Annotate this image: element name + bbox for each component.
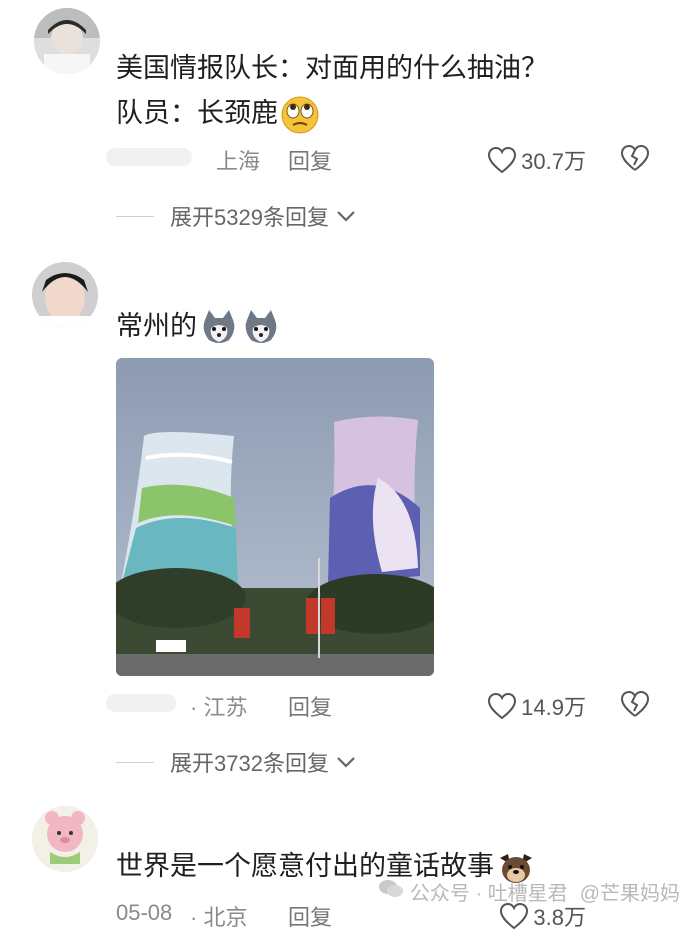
like-button[interactable]: 14.9万: [487, 690, 586, 722]
avatar-image: [34, 8, 100, 74]
cooling-towers-photo: [116, 358, 434, 676]
chevron-down-icon: [337, 211, 355, 222]
attached-photo[interactable]: [116, 358, 434, 676]
comment-meta-1: 上海 回复 30.7万: [106, 140, 650, 178]
user-avatar-3[interactable]: [32, 806, 98, 872]
watermark-text-2: @芒果妈妈: [579, 883, 680, 905]
chevron-down-icon: [337, 757, 355, 768]
comment-meta-2: · 江苏 回复 14.9万: [106, 686, 650, 724]
wechat-icon: [378, 878, 404, 906]
blurred-username: [106, 148, 192, 166]
comment-location: · 北京: [190, 905, 248, 930]
dislike-button[interactable]: [620, 690, 650, 724]
user-avatar-1[interactable]: [34, 8, 100, 74]
heart-icon: [488, 692, 517, 720]
rolling-eyes-emoji-icon: [280, 95, 320, 135]
comment-text-2: 常州的: [116, 306, 281, 348]
comment-location: · 江苏: [190, 695, 248, 720]
comment-line-2: 队员：长颈鹿: [116, 93, 548, 135]
expand-replies-label: 展开5329条回复: [170, 205, 329, 230]
watermark-text: 公众号 · 吐槽星君: [409, 883, 568, 905]
expand-replies-label: 展开3732条回复: [170, 751, 329, 776]
like-count: 14.9万: [521, 695, 586, 720]
user-avatar-2[interactable]: [32, 262, 98, 328]
husky-emoji-icon: [241, 308, 281, 348]
heart-icon: [500, 902, 529, 930]
avatar-image: [32, 262, 98, 328]
reply-button[interactable]: 回复: [288, 144, 332, 176]
reply-button[interactable]: 回复: [288, 900, 332, 932]
reply-button[interactable]: 回复: [288, 690, 332, 722]
broken-heart-icon: [620, 690, 650, 717]
avatar-image: [32, 806, 98, 872]
comment-location: 上海: [216, 149, 261, 174]
comment-date: 05-08: [116, 900, 173, 925]
expand-replies-2[interactable]: 展开3732条回复: [116, 744, 357, 780]
comment-text-1: 美国情报队长：对面用的什么抽油？ 队员：长颈鹿: [116, 48, 548, 135]
husky-emoji-icon: [199, 308, 239, 348]
dislike-button[interactable]: [620, 144, 650, 178]
broken-heart-icon: [620, 144, 650, 171]
comment-line-1: 美国情报队长：对面用的什么抽油？: [116, 53, 548, 83]
like-count: 30.7万: [521, 149, 586, 174]
watermark: 公众号 · 吐槽星君 @芒果妈妈: [378, 877, 680, 906]
expand-replies-1[interactable]: 展开5329条回复: [116, 198, 357, 234]
like-button[interactable]: 30.7万: [487, 144, 586, 176]
blurred-username: [106, 694, 176, 712]
heart-icon: [488, 146, 517, 174]
